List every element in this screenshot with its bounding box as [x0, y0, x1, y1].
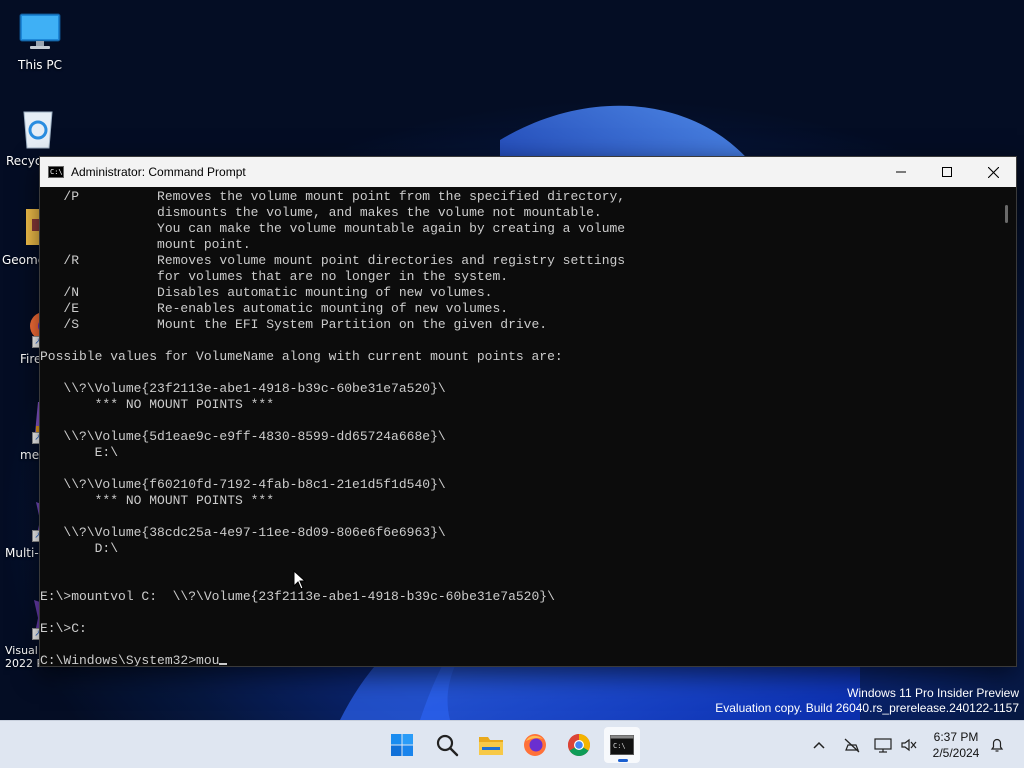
display-button[interactable]: [873, 735, 893, 755]
clock-time: 6:37 PM: [933, 730, 979, 744]
console-line: E:\>mountvol C: \\?\Volume{23f2113e-abe1…: [40, 589, 555, 604]
desktop-icon-this-pc[interactable]: This PC: [0, 10, 80, 72]
chrome-icon: [568, 734, 590, 756]
notifications-button[interactable]: [987, 735, 1007, 755]
scrollbar-thumb[interactable]: [1005, 205, 1008, 223]
firefox-icon: [524, 734, 546, 756]
close-icon: [987, 166, 999, 178]
taskbar-file-explorer[interactable]: [473, 727, 509, 763]
desktop-icon-label: This PC: [18, 58, 62, 72]
svg-text:C:\: C:\: [613, 742, 626, 750]
watermark-line-2: Evaluation copy. Build 26040.rs_prerelea…: [715, 701, 1019, 715]
active-app-indicator: [618, 759, 628, 762]
taskbar-start-button[interactable]: [384, 727, 420, 763]
volume-button[interactable]: [899, 735, 919, 755]
folder-icon: [479, 737, 503, 755]
taskbar-clock[interactable]: 6:37 PM 2/5/2024: [924, 729, 988, 761]
network-offline-icon: [844, 738, 860, 753]
console-line: dismounts the volume, and makes the volu…: [40, 205, 602, 220]
console-line: for volumes that are no longer in the sy…: [40, 269, 509, 284]
taskbar-command-prompt[interactable]: C:\: [604, 727, 640, 763]
this-pc-icon: [18, 10, 62, 54]
recycle-bin-icon: [16, 106, 60, 150]
console-line: /S Mount the EFI System Partition on the…: [40, 317, 548, 332]
console-line: E:\: [40, 445, 119, 460]
console-line: /E Re-enables automatic mounting of new …: [40, 301, 509, 316]
network-status-button[interactable]: [842, 735, 862, 755]
taskbar-search-button[interactable]: [429, 727, 465, 763]
console-line: *** NO MOUNT POINTS ***: [40, 397, 275, 412]
console-line: E:\>C:: [40, 621, 87, 636]
notification-bell-icon: [990, 738, 1004, 752]
taskbar-chrome[interactable]: [561, 727, 597, 763]
show-hidden-icons-button[interactable]: [809, 735, 829, 755]
minimize-icon: [896, 171, 906, 173]
taskbar: C:\ 6:37 PM 2/5/2024: [0, 720, 1024, 768]
console-line: /N Disables automatic mounting of new vo…: [40, 285, 493, 300]
vertical-scrollbar[interactable]: [998, 188, 1016, 666]
chevron-up-icon: [813, 741, 825, 749]
console-line: D:\: [40, 541, 119, 556]
window-title: Administrator: Command Prompt: [71, 165, 246, 179]
clock-date: 2/5/2024: [932, 746, 980, 760]
console-line: \\?\Volume{5d1eae9c-e9ff-4830-8599-dd657…: [40, 429, 446, 444]
mouse-pointer-icon: [293, 570, 307, 590]
window-titlebar[interactable]: C:\ Administrator: Command Prompt: [40, 157, 1016, 187]
console-line: /P Removes the volume mount point from t…: [40, 189, 626, 204]
console-prompt-line[interactable]: C:\Windows\System32>mou: [40, 653, 998, 666]
command-prompt-window[interactable]: C:\ Administrator: Command Prompt /P Rem…: [39, 156, 1017, 667]
text-cursor: [219, 663, 228, 665]
console-line: *** NO MOUNT POINTS ***: [40, 493, 275, 508]
console-line: /R Removes volume mount point directorie…: [40, 253, 626, 268]
terminal-icon: C:\: [610, 735, 634, 755]
close-button[interactable]: [970, 157, 1016, 187]
console-line: \\?\Volume{23f2113e-abe1-4918-b39c-60be3…: [40, 381, 446, 396]
command-prompt-icon: C:\: [48, 166, 64, 178]
console-output[interactable]: /P Removes the volume mount point from t…: [40, 188, 998, 666]
windows-start-icon: [391, 734, 413, 756]
volume-muted-icon: [901, 738, 917, 752]
search-icon: [436, 734, 459, 757]
console-line: mount point.: [40, 237, 251, 252]
display-icon: [874, 738, 892, 753]
console-line: \\?\Volume{f60210fd-7192-4fab-b8c1-21e1d…: [40, 477, 446, 492]
console-text: /P Removes the volume mount point from t…: [40, 189, 998, 653]
console-line: Possible values for VolumeName along wit…: [40, 349, 563, 364]
taskbar-firefox[interactable]: [517, 727, 553, 763]
console-line: You can make the volume mountable again …: [40, 221, 626, 236]
watermark-line-1: Windows 11 Pro Insider Preview: [847, 686, 1019, 700]
console-input[interactable]: C:\Windows\System32>mou: [40, 653, 219, 666]
minimize-button[interactable]: [878, 157, 924, 187]
maximize-icon: [942, 167, 952, 177]
maximize-button[interactable]: [924, 157, 970, 187]
evaluation-watermark: Windows 11 Pro Insider Preview Evaluatio…: [715, 686, 1019, 716]
console-line: \\?\Volume{38cdc25a-4e97-11ee-8d09-806e6…: [40, 525, 446, 540]
